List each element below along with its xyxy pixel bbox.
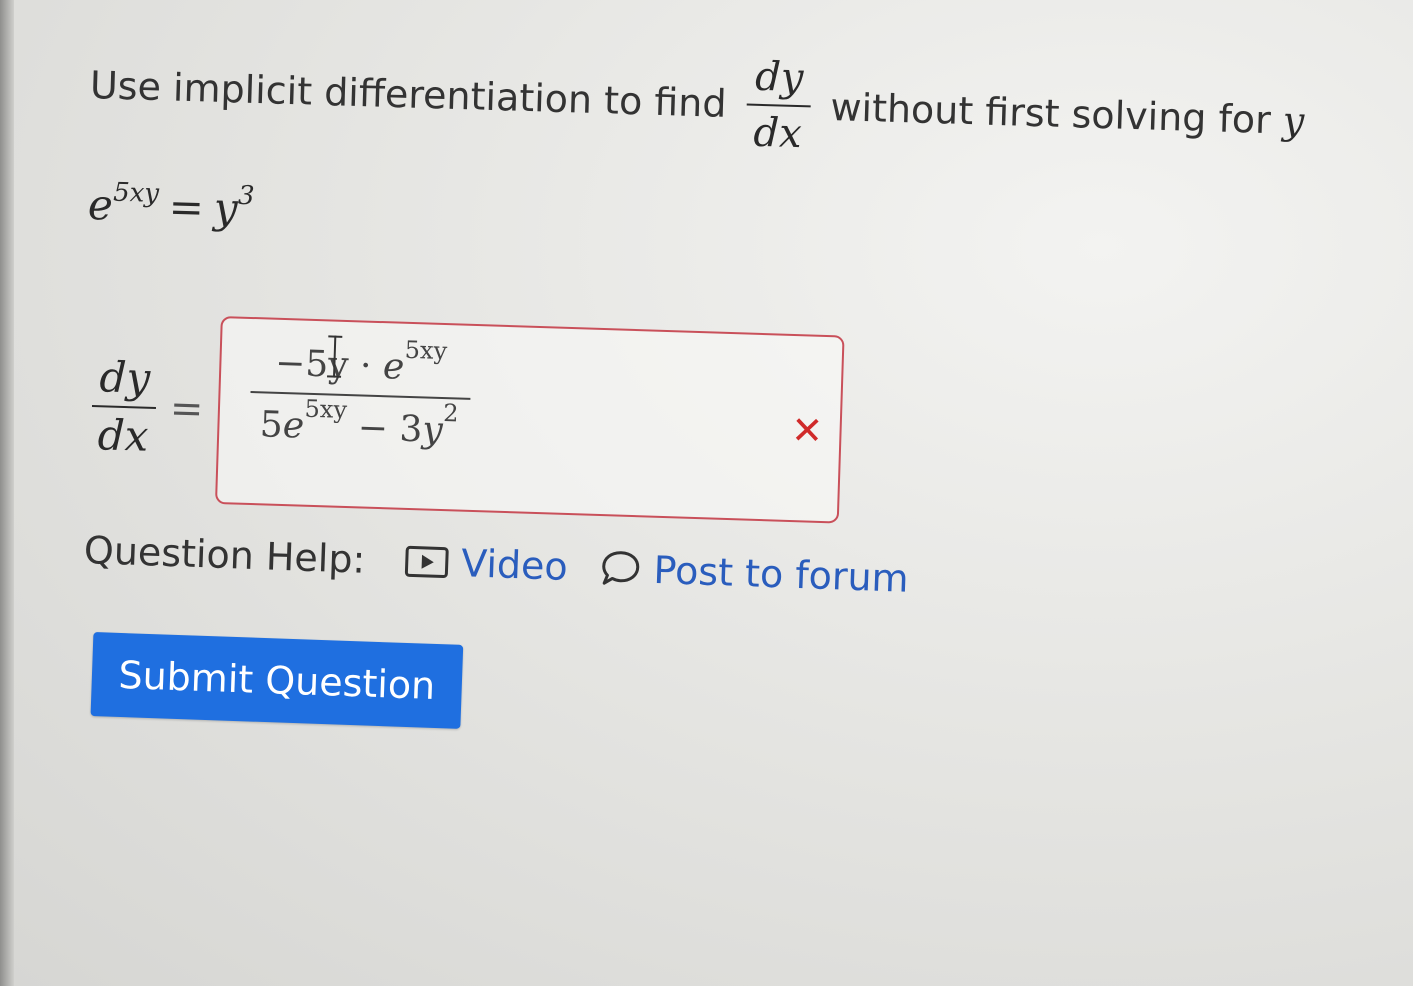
fraction-bar — [746, 103, 811, 108]
answer-fraction: −5y · e5xy 5e5xy − 3y2 — [248, 336, 471, 452]
numerator-base: e — [382, 346, 405, 388]
denominator-coefficient: 5 — [259, 404, 284, 446]
prompt-variable: y — [1282, 98, 1305, 144]
answer-equals: = — [169, 385, 205, 433]
denominator-exponent: 5xy — [304, 394, 348, 425]
equation-rhs-exponent: 3 — [237, 180, 255, 212]
fraction-bar — [250, 390, 470, 400]
denominator-variable-exponent: 2 — [442, 399, 459, 428]
prompt-text-after: without first solving for — [829, 84, 1272, 143]
prompt-text-before: Use implicit differentiation to find — [89, 63, 728, 126]
video-link-label: Video — [460, 541, 569, 589]
question-prompt: Use implicit differentiation to find dy … — [89, 36, 1306, 170]
equation-rhs: y — [213, 183, 239, 233]
answer-lhs-numerator: dy — [98, 352, 151, 403]
incorrect-x-icon: ✕ — [790, 407, 824, 453]
question-help: Question Help: Video Post to forum — [83, 528, 941, 602]
denominator-base: e — [282, 405, 305, 447]
given-equation: e5xy = y3 — [87, 177, 255, 233]
derivative-numerator: dy — [754, 53, 805, 102]
equation-equals: = — [168, 182, 205, 233]
post-to-forum-label: Post to forum — [652, 547, 910, 601]
equation-exponent: 5xy — [112, 177, 160, 209]
denominator-variable: y — [421, 409, 444, 452]
denominator-rest: − 3 — [345, 407, 424, 451]
numerator-exponent: 5xy — [404, 335, 448, 366]
answer-row: dy dx = −5y · e5xy 5e5xy − 3y2 ✕ — [89, 312, 845, 524]
derivative-denominator: dx — [752, 109, 803, 158]
submit-question-button[interactable]: Submit Question — [90, 632, 464, 729]
question-help-label: Question Help: — [83, 528, 367, 582]
answer-numerator: −5y · e5xy — [274, 336, 448, 389]
answer-input[interactable]: −5y · e5xy 5e5xy − 3y2 ✕ — [214, 315, 845, 524]
answer-lhs-denominator: dx — [97, 410, 150, 461]
post-to-forum-link[interactable]: Post to forum — [599, 546, 910, 601]
fraction-bar — [91, 405, 156, 410]
equation-base: e — [87, 180, 114, 230]
screen-bezel-edge — [0, 0, 14, 986]
answer-denominator: 5e5xy − 3y2 — [259, 395, 459, 452]
speech-bubble-icon — [602, 551, 640, 585]
derivative-fraction: dy dx — [745, 53, 812, 158]
answer-lhs-fraction: dy dx — [90, 352, 157, 461]
numerator-coefficient: −5y · — [274, 342, 384, 388]
video-link[interactable]: Video — [405, 539, 569, 589]
video-play-icon — [405, 545, 450, 579]
